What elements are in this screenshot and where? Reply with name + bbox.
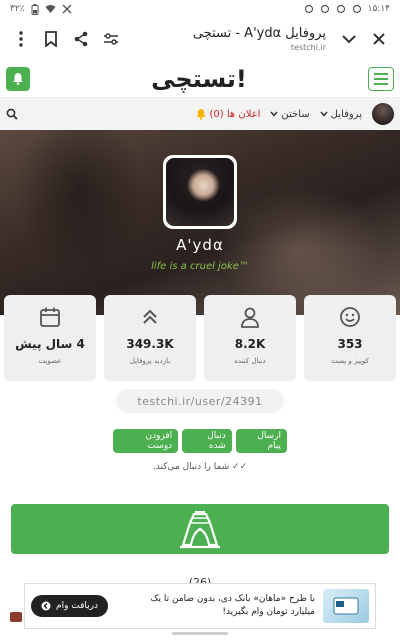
sync-icon [320,4,329,14]
profile-stats: 4 سال پیش عضویت 349.3K بازدید پروفایل 8.… [4,295,396,381]
profile-avatar[interactable] [163,155,237,229]
ad-cta-button[interactable]: دریافت وام [31,595,109,617]
no-signal-icon [62,4,72,14]
close-icon [373,33,385,45]
close-tab-button[interactable] [364,24,394,54]
ad-line-1: با طرح «ماهان» بانک دی، بدون ضامن تا یک [150,593,315,604]
more-menu-button[interactable] [6,24,36,54]
browser-url: testchi.ir [290,43,326,52]
add-friend-button[interactable]: افزودن دوست [112,429,179,453]
browser-bar: پروفایل A'ydα - تستچی testchi.ir [0,18,400,60]
bell-icon [196,109,205,120]
stat-value: 349.3K [126,337,174,351]
ad-text: با طرح «ماهان» بانک دی، بدون ضامن تا یک … [116,593,315,620]
featured-banner[interactable] [11,504,389,554]
share-icon [74,31,88,47]
clock-text: ۱۵:۱۴ [367,4,390,14]
ad-cta-label: دریافت وام [56,601,99,611]
azadi-tower-icon [180,511,220,549]
home-indicator [172,632,228,635]
sync-icon [304,4,313,14]
ad-image [323,589,369,623]
browser-page-title: پروفایل A'ydα - تستچی [192,26,326,41]
stat-card-quizzes[interactable]: 353 کوییز و پست [304,295,396,381]
profile-actions: ارسال پیام دنبال شده افزودن دوست [112,429,287,453]
share-button[interactable] [66,24,96,54]
stat-card-views: 349.3K بازدید پروفایل [104,295,196,381]
stat-value: 8.2K [234,337,266,351]
site-logo[interactable]: تستچی! [151,65,247,93]
bell-icon [13,73,23,85]
sync-icon [352,4,361,14]
profile-url[interactable]: testchi.ir/user/24391 [116,389,284,413]
nav-notifications[interactable]: اعلان ها (0) [195,108,261,120]
nav-notifications-label: اعلان ها (0) [209,108,261,120]
nav-bar: پروفایل ساختن اعلان ها (0) [0,98,400,130]
stat-label: دنبال کننده [234,357,266,365]
chevron-down-icon [270,111,278,117]
status-left: ۳۲٪ [10,3,72,15]
chevron-left-icon [41,601,51,611]
site-header: تستچی! [0,60,400,98]
battery-text: ۳۲٪ [10,4,25,14]
nav-search-button[interactable] [6,108,18,120]
nav-profile-label: پروفایل [330,108,362,120]
following-button[interactable]: دنبال شده [182,429,232,453]
battery-icon [31,3,39,15]
wifi-icon [45,5,56,13]
bookmark-button[interactable] [36,24,66,54]
smiley-icon [339,305,361,329]
calendar-icon [39,305,61,329]
status-right: ۱۵:۱۴ [304,4,390,14]
status-bar: ۳۲٪ ۱۵:۱۴ [0,0,400,18]
ad-badge-icon [10,612,22,622]
menu-line [373,72,388,75]
ad-line-2: میلیارد تومان وام بگیرید! [222,607,315,617]
sync-icon [336,4,345,14]
stat-card-followers[interactable]: 8.2K دنبال کننده [204,295,296,381]
bank-card-icon [333,597,359,615]
menu-line [373,77,388,80]
chevron-down-icon [342,35,356,44]
person-icon [239,305,261,329]
page-settings-button[interactable] [96,24,126,54]
profile-username: A'ydα [176,236,224,254]
notifications-button[interactable] [6,66,30,91]
collapse-button[interactable] [334,24,364,54]
send-message-button[interactable]: ارسال پیام [235,429,287,453]
profile-avatar-image [166,158,234,226]
hamburger-menu-button[interactable] [367,66,394,91]
stat-value: 4 سال پیش [15,337,85,351]
sliders-icon [104,33,118,45]
nav-avatar[interactable] [372,103,394,125]
nav-build[interactable]: ساختن [270,108,310,120]
nav-build-label: ساختن [281,108,310,120]
stat-label: کوییز و پست [331,357,369,365]
ad-banner[interactable]: دریافت وام با طرح «ماهان» بانک دی، بدون … [24,583,376,629]
follows-you-note: ✓✓ شما را دنبال می‌کند. [152,462,248,472]
chevrons-up-icon [141,305,159,329]
stat-label: عضویت [38,357,62,365]
bookmark-icon [45,31,57,47]
nav-profile[interactable]: پروفایل [320,109,362,120]
stat-label: بازدید پروفایل [129,357,171,365]
search-icon [6,108,18,120]
browser-title-block[interactable]: پروفایل A'ydα - تستچی testchi.ir [126,26,334,52]
stat-value: 353 [337,337,363,351]
kebab-icon [19,31,23,47]
profile-cover: A'ydα life is a cruel joke™ [0,130,400,315]
chevron-down-icon [320,111,328,117]
profile-bio: life is a cruel joke™ [151,261,249,272]
menu-line [373,82,388,85]
stat-card-join-date: 4 سال پیش عضویت [4,295,96,381]
